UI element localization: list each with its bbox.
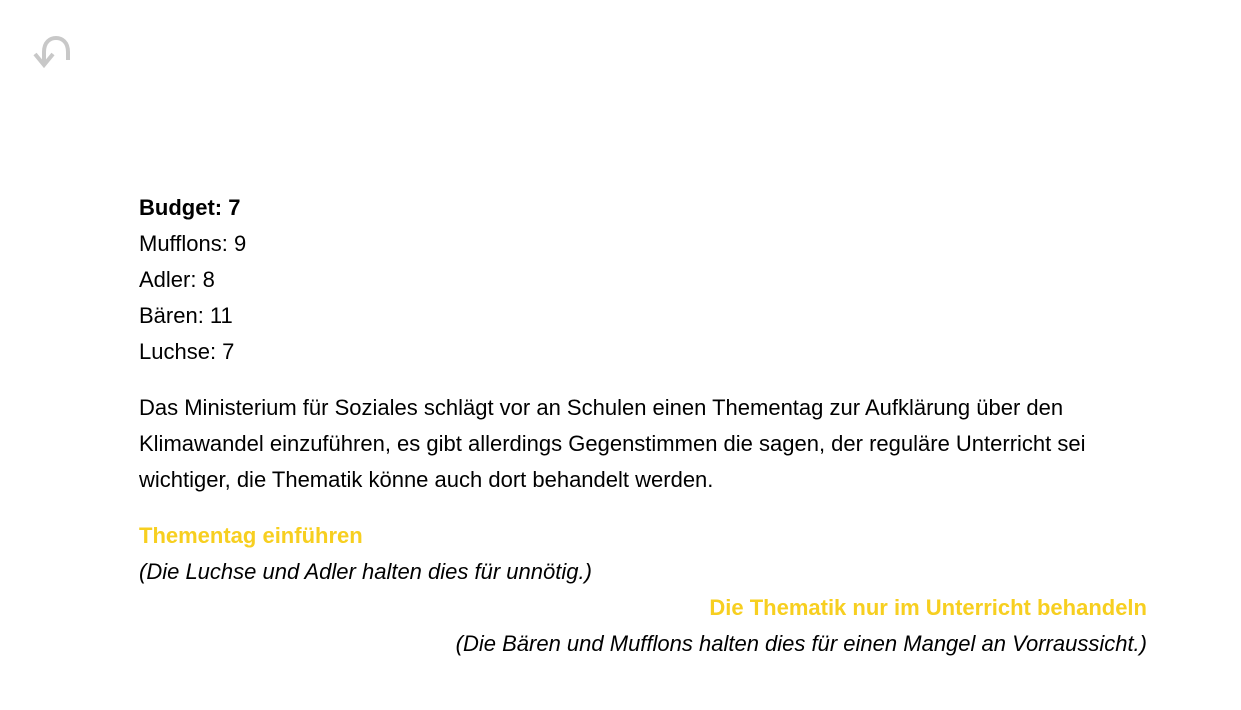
undo-arrow-icon: [33, 35, 70, 69]
stats-list: Budget: 7 Mufflons: 9 Adler: 8 Bären: 11…: [139, 190, 1147, 370]
option-unterricht-button[interactable]: Die Thematik nur im Unterricht behandeln: [139, 590, 1147, 626]
faction-mufflons: Mufflons: 9: [139, 231, 247, 256]
option-thementag-button[interactable]: Thementag einführen: [139, 518, 1147, 554]
option-thementag-note: (Die Luchse und Adler halten dies für un…: [139, 559, 592, 584]
budget-value: Budget: 7: [139, 195, 241, 220]
game-screen: Budget: 7 Mufflons: 9 Adler: 8 Bären: 11…: [0, 0, 1241, 710]
faction-luchse: Luchse: 7: [139, 339, 235, 364]
option-thementag: Thementag einführen (Die Luchse und Adle…: [139, 518, 1147, 590]
faction-adler: Adler: 8: [139, 267, 215, 292]
back-button[interactable]: [30, 32, 78, 72]
option-unterricht: Die Thematik nur im Unterricht behandeln…: [139, 590, 1147, 662]
faction-baeren: Bären: 11: [139, 303, 233, 328]
option-unterricht-note: (Die Bären und Mufflons halten dies für …: [455, 631, 1147, 656]
event-description: Das Ministerium für Soziales schlägt vor…: [139, 395, 1086, 492]
event-panel: Budget: 7 Mufflons: 9 Adler: 8 Bären: 11…: [139, 190, 1147, 662]
